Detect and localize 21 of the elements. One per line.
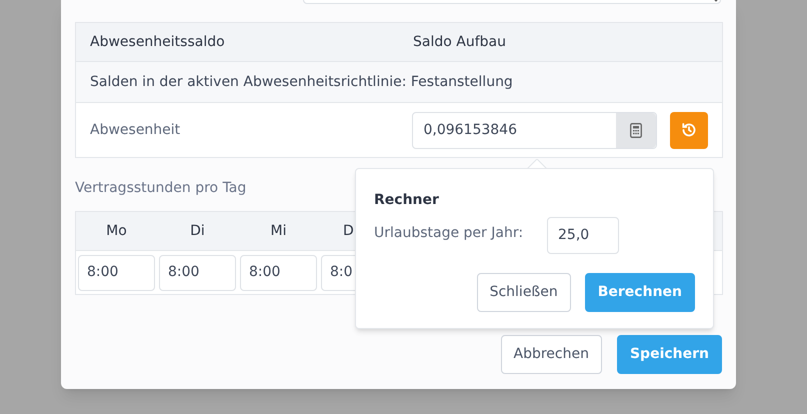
day-header: Mo (106, 222, 127, 240)
reset-button[interactable] (670, 112, 708, 148)
row-label: Abwesenheit (90, 120, 182, 140)
history-icon (681, 122, 698, 138)
button[interactable]: Schließen (476, 273, 571, 312)
time-field[interactable]: 8:00 (240, 254, 317, 290)
time-field[interactable]: 8:00 (78, 254, 155, 290)
field-label: Urlaubstage per Jahr: (374, 224, 524, 243)
day-header: Mi (270, 222, 286, 240)
section-header: Salden in der aktiven Abwesenheitsrichtlinie: Festanstellung (90, 72, 513, 92)
time-field[interactable]: 8:00 (159, 254, 236, 290)
button[interactable]: Abbrechen (500, 335, 602, 374)
calculator-icon[interactable] (630, 122, 642, 138)
column-header: Abwesenheitssaldo (90, 32, 226, 52)
popover-title: Rechner (374, 191, 439, 210)
column-header: Saldo Aufbau (413, 32, 506, 52)
number-field[interactable]: 0,096153846 (412, 112, 658, 148)
day-header: Di (190, 222, 205, 240)
day-header: D (343, 222, 354, 240)
section-title: Vertragsstunden pro Tag (75, 179, 246, 198)
number-field[interactable]: 25,0 (547, 217, 619, 254)
